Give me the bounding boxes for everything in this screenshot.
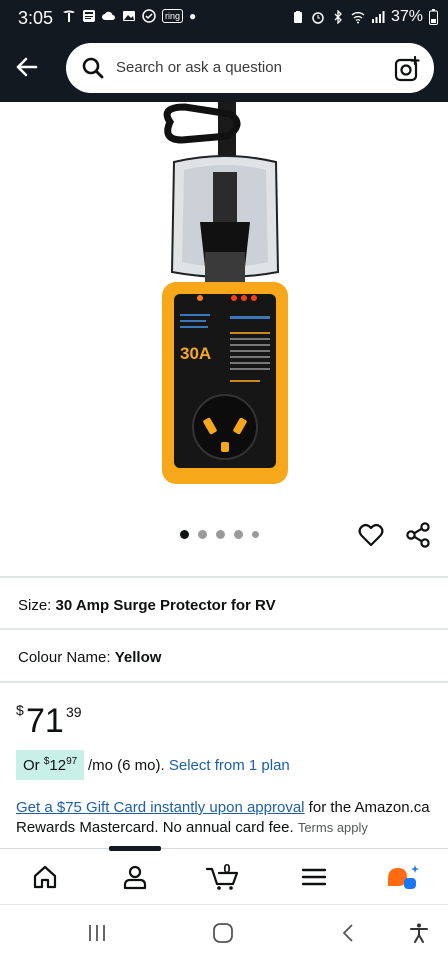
gift-card-offer: Get a $75 Gift Card instantly upon appro… [16,798,436,844]
carousel-dot[interactable] [252,531,259,538]
select-plan-link[interactable]: Select from 1 plan [169,757,290,774]
system-status-icons: 37% [291,8,438,26]
product-30a-label: 30A [180,344,211,363]
carousel-dot[interactable] [216,530,225,539]
menu-icon[interactable] [300,863,328,891]
home-icon[interactable] [31,863,59,891]
back-arrow-icon[interactable] [12,52,42,82]
divider [0,576,448,578]
notification-icons: ring ● [62,9,196,23]
top-bar: 3:05 ring ● 37% Search or ask a question [0,0,448,102]
image-carousel-dots[interactable] [180,530,259,539]
carousel-dot[interactable] [234,530,243,539]
terms-text[interactable]: Terms apply [298,820,368,835]
heart-icon[interactable] [358,522,384,548]
check-circle-icon [142,9,156,23]
gift-card-link[interactable]: Get a $75 Gift Card instantly upon appro… [16,799,305,816]
cloud-icon [102,11,115,20]
share-icon[interactable] [404,521,432,549]
colour-value: Yellow [114,649,162,666]
active-tab-indicator [109,846,161,851]
carousel-dot[interactable] [180,530,189,539]
product-image[interactable]: 30A [150,102,300,487]
monthly-suffix: /mo (6 mo). [88,757,165,774]
monthly-prefix: Or [23,757,40,774]
home-button-icon[interactable] [212,922,234,944]
price-currency: $ [16,702,24,718]
more-notifications-dot: ● [189,9,197,23]
news-app-icon [83,10,95,22]
bottom-nav: 0 [0,846,448,904]
ring-icon: ring [162,9,184,23]
gallery-icon [123,11,135,21]
colour-label: Colour Name: [18,649,111,666]
bluetooth-icon [334,10,342,24]
search-icon [82,57,104,79]
carousel-dot[interactable] [198,530,207,539]
search-placeholder: Search or ask a question [116,59,282,76]
camera-search-icon[interactable] [394,56,420,82]
battery-percent: 37% [390,8,423,25]
accessibility-icon[interactable] [408,922,430,944]
divider [0,628,448,630]
wifi-icon [351,12,365,24]
rufus-ai-icon[interactable] [385,863,421,891]
size-row[interactable]: Size: 30 Amp Surge Protector for RV [18,597,276,614]
price-whole: 71 [26,702,64,740]
signal-icon [371,11,385,23]
monthly-whole: 12 [49,757,67,774]
cart-count: 0 [223,861,231,876]
size-value: 30 Amp Surge Protector for RV [55,597,276,614]
colour-row[interactable]: Colour Name: Yellow [18,649,161,666]
system-back-icon[interactable] [338,922,360,944]
status-bar: 3:05 ring ● 37% [0,0,448,36]
account-icon[interactable] [121,863,149,891]
recent-apps-icon[interactable] [86,922,108,944]
status-time: 3:05 [18,8,54,28]
divider [0,681,448,683]
alarm-icon [312,12,324,24]
price-fraction: 39 [66,704,82,720]
battery-icon [429,9,438,25]
search-bar[interactable]: Search or ask a question [66,43,434,93]
system-nav-bar [0,904,448,960]
monthly-fraction: 97 [66,756,78,767]
size-label: Size: [18,597,52,614]
monthly-price-highlight: Or $1297 [16,750,85,780]
battery-saver-icon [293,11,302,23]
tesla-icon [63,10,75,22]
